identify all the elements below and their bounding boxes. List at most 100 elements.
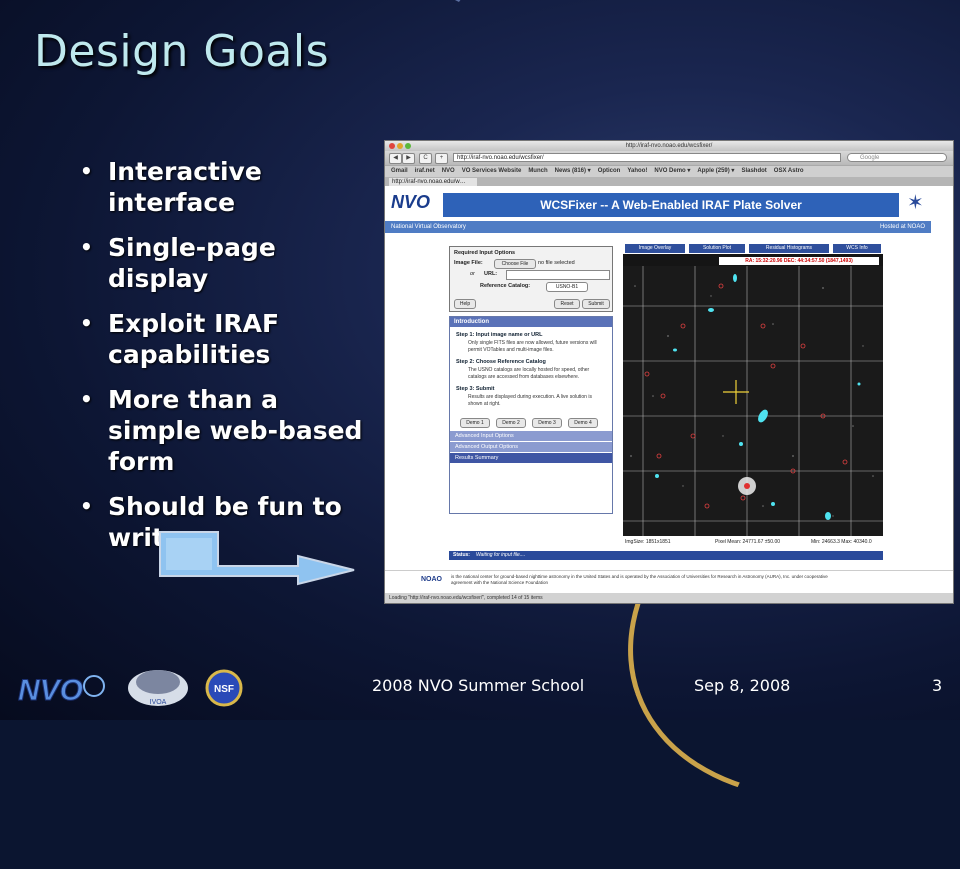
footer-logos: NVO IVOA NSF (14, 662, 254, 718)
image-tabs: Image Overlay Solution Plot Residual His… (623, 244, 883, 254)
bookmark-item[interactable]: VO Services Website (462, 168, 522, 174)
results-summary[interactable]: Results Summary (450, 452, 612, 463)
page-banner: WCSFixer -- A Web-Enabled IRAF Plate Sol… (443, 193, 899, 217)
image-size: ImgSize: 1851x1851 (625, 539, 671, 545)
webpage-body: NVO WCSFixer -- A Web-Enabled IRAF Plate… (385, 186, 953, 594)
bullet-text: More than a simple web-based form (108, 385, 363, 476)
bookmark-item[interactable]: Gmail (391, 168, 408, 174)
pixel-mean: Pixel Mean: 24771.67 ±50.00 (715, 539, 781, 545)
footer-center: 2008 NVO Summer School (372, 676, 585, 695)
bookmark-item[interactable]: News (816) ▾ (555, 168, 591, 174)
zoom-icon[interactable] (405, 143, 411, 149)
browser-status-bar: Loading "http://iraf-nvo.noao.edu/wcsfix… (385, 593, 953, 603)
browser-screenshot: http://iraf-nvo.noao.edu/wcsfixer/ ◀ ▶ C… (384, 140, 954, 604)
bookmarks-bar: Gmail iraf.net NVO VO Services Website Munch… (385, 165, 953, 177)
status-bar: Status: Waiting for input file.... (449, 551, 883, 560)
coordinate-readout: RA: 15:32:20.96 DEC: 44:34:57.50 (1847,1… (719, 257, 879, 265)
window-title: http://iraf-nvo.noao.edu/wcsfixer/ (625, 143, 713, 149)
step-text: The USNO catalogs are locally hosted for… (468, 367, 590, 380)
bullet-icon: • (80, 235, 93, 259)
bullet-item: • More than a simple web-based form (76, 384, 366, 477)
footer-date: Sep 8, 2008 (694, 676, 791, 695)
tab-solution-plot[interactable]: Solution Plot (689, 244, 745, 253)
bullet-icon: • (80, 387, 93, 411)
ivoa-logo: IVOA (150, 699, 167, 706)
page-footer: NOAO is the national center for ground-b… (385, 570, 953, 594)
step-title: Step 1: Input image name or URL (456, 332, 543, 338)
help-button[interactable]: Help (454, 299, 476, 309)
tab-residual-histograms[interactable]: Residual Histograms (749, 244, 829, 253)
image-status-bar: ImgSize: 1851x1851 Pixel Mean: 24771.67 … (623, 536, 883, 548)
or-label: or (470, 271, 475, 277)
slide-title: Design Goals (34, 26, 330, 77)
advanced-input-options[interactable]: Advanced Input Options (450, 430, 612, 441)
intro-panel: Introduction Step 1: Input image name or… (449, 316, 613, 514)
footer-text: is the national center for ground-based … (451, 574, 828, 585)
tab-bar: http://iraf-nvo.noao.edu/w… (385, 177, 953, 186)
page-number: 3 (932, 676, 943, 695)
close-icon[interactable] (389, 143, 395, 149)
demo-4-button[interactable]: Demo 4 (568, 418, 598, 428)
tab-wcs-info[interactable]: WCS Info (833, 244, 881, 253)
org-left: National Virtual Observatory (391, 224, 466, 230)
demo-3-button[interactable]: Demo 3 (532, 418, 562, 428)
search-input[interactable]: Google (847, 153, 947, 162)
bookmark-item[interactable]: Apple (259) ▾ (697, 168, 734, 174)
status-label: Status: (453, 552, 470, 558)
org-right: Hosted at NOAO (879, 224, 925, 230)
demo-1-button[interactable]: Demo 1 (460, 418, 490, 428)
bullet-text: Single-page display (108, 233, 276, 293)
bookmark-item[interactable]: NVO (442, 168, 455, 174)
forward-button[interactable]: ▶ (402, 153, 415, 164)
advanced-output-options[interactable]: Advanced Output Options (450, 441, 612, 452)
bookmark-item[interactable]: iraf.net (415, 168, 435, 174)
status-value: Waiting for input file.... (475, 552, 526, 558)
browser-toolbar: ◀ ▶ C + http://iraf-nvo.noao.edu/wcsfixe… (385, 151, 953, 165)
bullet-icon: • (80, 311, 93, 335)
demo-2-button[interactable]: Demo 2 (496, 418, 526, 428)
minimize-icon[interactable] (397, 143, 403, 149)
arrow-right-icon (159, 531, 355, 586)
nsf-logo: NSF (214, 684, 234, 695)
star-logo-icon: ✶ (907, 192, 924, 214)
ref-catalog-select[interactable]: USNO-B1 (546, 282, 588, 292)
url-label: URL: (484, 271, 498, 277)
bullet-item: • Interactive interface (76, 156, 366, 218)
nvo-logo: NVO (391, 192, 431, 212)
browser-tab[interactable]: http://iraf-nvo.noao.edu/w… (389, 178, 477, 186)
tab-image-overlay[interactable]: Image Overlay (625, 244, 685, 253)
noao-label: NOAO (421, 576, 442, 583)
step-title: Step 3: Submit (456, 386, 495, 392)
sponsor-logos: NVO IVOA NSF (18, 669, 243, 708)
org-bar: National Virtual Observatory Hosted at N… (385, 221, 931, 233)
min-max: Min: 24663.3 Max: 40340.0 (811, 539, 872, 545)
choose-file-button[interactable]: Choose File (494, 259, 536, 269)
bullet-icon: • (80, 159, 93, 183)
step-text: Only single FITS files are now allowed, … (468, 340, 597, 353)
bookmark-item[interactable]: Munch (528, 168, 547, 174)
bookmark-item[interactable]: Yahoo! (627, 168, 647, 174)
bullet-list: • Interactive interface • Single-page disp… (76, 156, 366, 567)
bullet-text: Exploit IRAF capabilities (108, 309, 280, 369)
reload-button[interactable]: C (419, 153, 432, 164)
window-titlebar: http://iraf-nvo.noao.edu/wcsfixer/ (385, 141, 953, 151)
image-panel: Image Overlay Solution Plot Residual His… (623, 244, 883, 548)
address-bar[interactable]: http://iraf-nvo.noao.edu/wcsfixer/ (453, 153, 841, 162)
bookmark-item[interactable]: NVO Demo ▾ (654, 168, 690, 174)
demo-row: Demo 1 Demo 2 Demo 3 Demo 4 (450, 416, 612, 430)
star-field-image[interactable] (623, 266, 883, 536)
back-button[interactable]: ◀ (389, 153, 402, 164)
bookmark-item[interactable]: Opticon (598, 168, 621, 174)
new-tab-button[interactable]: + (435, 153, 448, 164)
bullet-item: • Single-page display (76, 232, 366, 294)
bookmark-item[interactable]: Slashdot (741, 168, 766, 174)
url-input[interactable] (506, 270, 610, 280)
step-title: Step 2: Choose Reference Catalog (456, 359, 546, 365)
reset-button[interactable]: Reset (554, 299, 580, 309)
bookmark-item[interactable]: OSX Astro (774, 168, 804, 174)
nvo-footer-logo: NVO (18, 674, 83, 707)
image-file-label: Image File: (454, 260, 483, 266)
input-form: Required Input Options Image File: Choos… (449, 246, 613, 312)
step-text: Results are displayed during execution. … (468, 394, 592, 407)
submit-button[interactable]: Submit (582, 299, 610, 309)
